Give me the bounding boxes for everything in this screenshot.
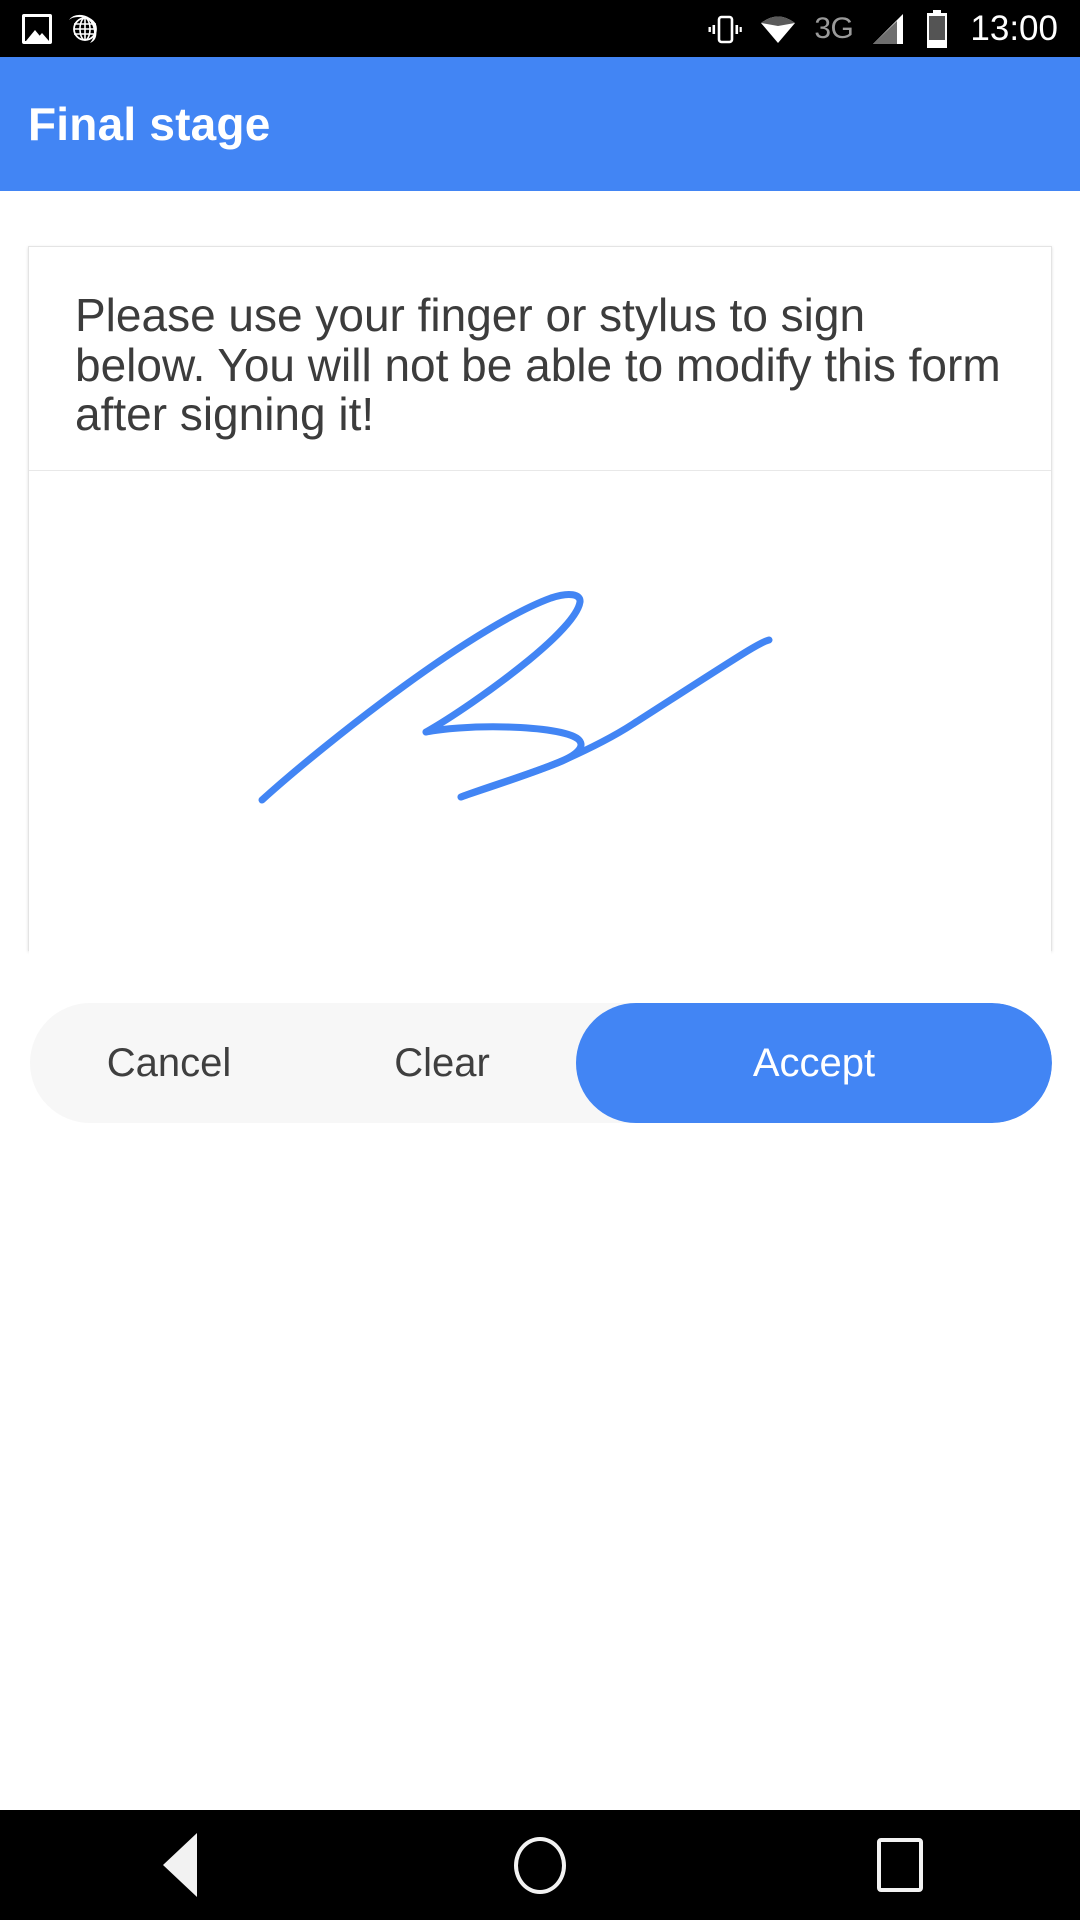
vibrate-icon [708,12,743,46]
photo-icon [22,13,52,44]
nav-home-button[interactable] [440,1810,640,1920]
clear-button[interactable]: Clear [308,1003,576,1123]
signal-icon [870,12,908,46]
page-title: Final stage [28,98,271,150]
status-bar-left-icons [0,12,100,46]
action-button-row: Cancel Clear Accept [30,1003,1052,1123]
instructions-section: Please use your finger or stylus to sign… [29,247,1051,472]
signature-canvas[interactable] [29,471,1051,1002]
wifi-icon [759,14,797,44]
instructions-text: Please use your finger or stylus to sign… [75,289,1001,441]
accept-button[interactable]: Accept [576,1003,1052,1123]
recents-icon [877,1838,923,1892]
signature-card: Please use your finger or stylus to sign… [28,246,1052,1002]
status-bar: 3G 13:00 [0,0,1080,57]
nav-back-button[interactable] [80,1810,280,1920]
signature-ink [258,591,773,804]
battery-icon [925,9,949,48]
back-icon [163,1833,197,1897]
status-bar-clock: 13:00 [970,9,1058,48]
nav-recents-button[interactable] [800,1810,1000,1920]
cancel-button[interactable]: Cancel [30,1003,308,1123]
status-bar-right-icons: 3G 13:00 [708,9,1080,48]
app-bar: Final stage [0,57,1080,191]
home-icon [514,1836,566,1894]
network-type-label: 3G [814,11,854,45]
globe-icon [66,12,100,46]
main-content: Please use your finger or stylus to sign… [0,191,1080,1810]
android-navigation-bar [0,1810,1080,1920]
